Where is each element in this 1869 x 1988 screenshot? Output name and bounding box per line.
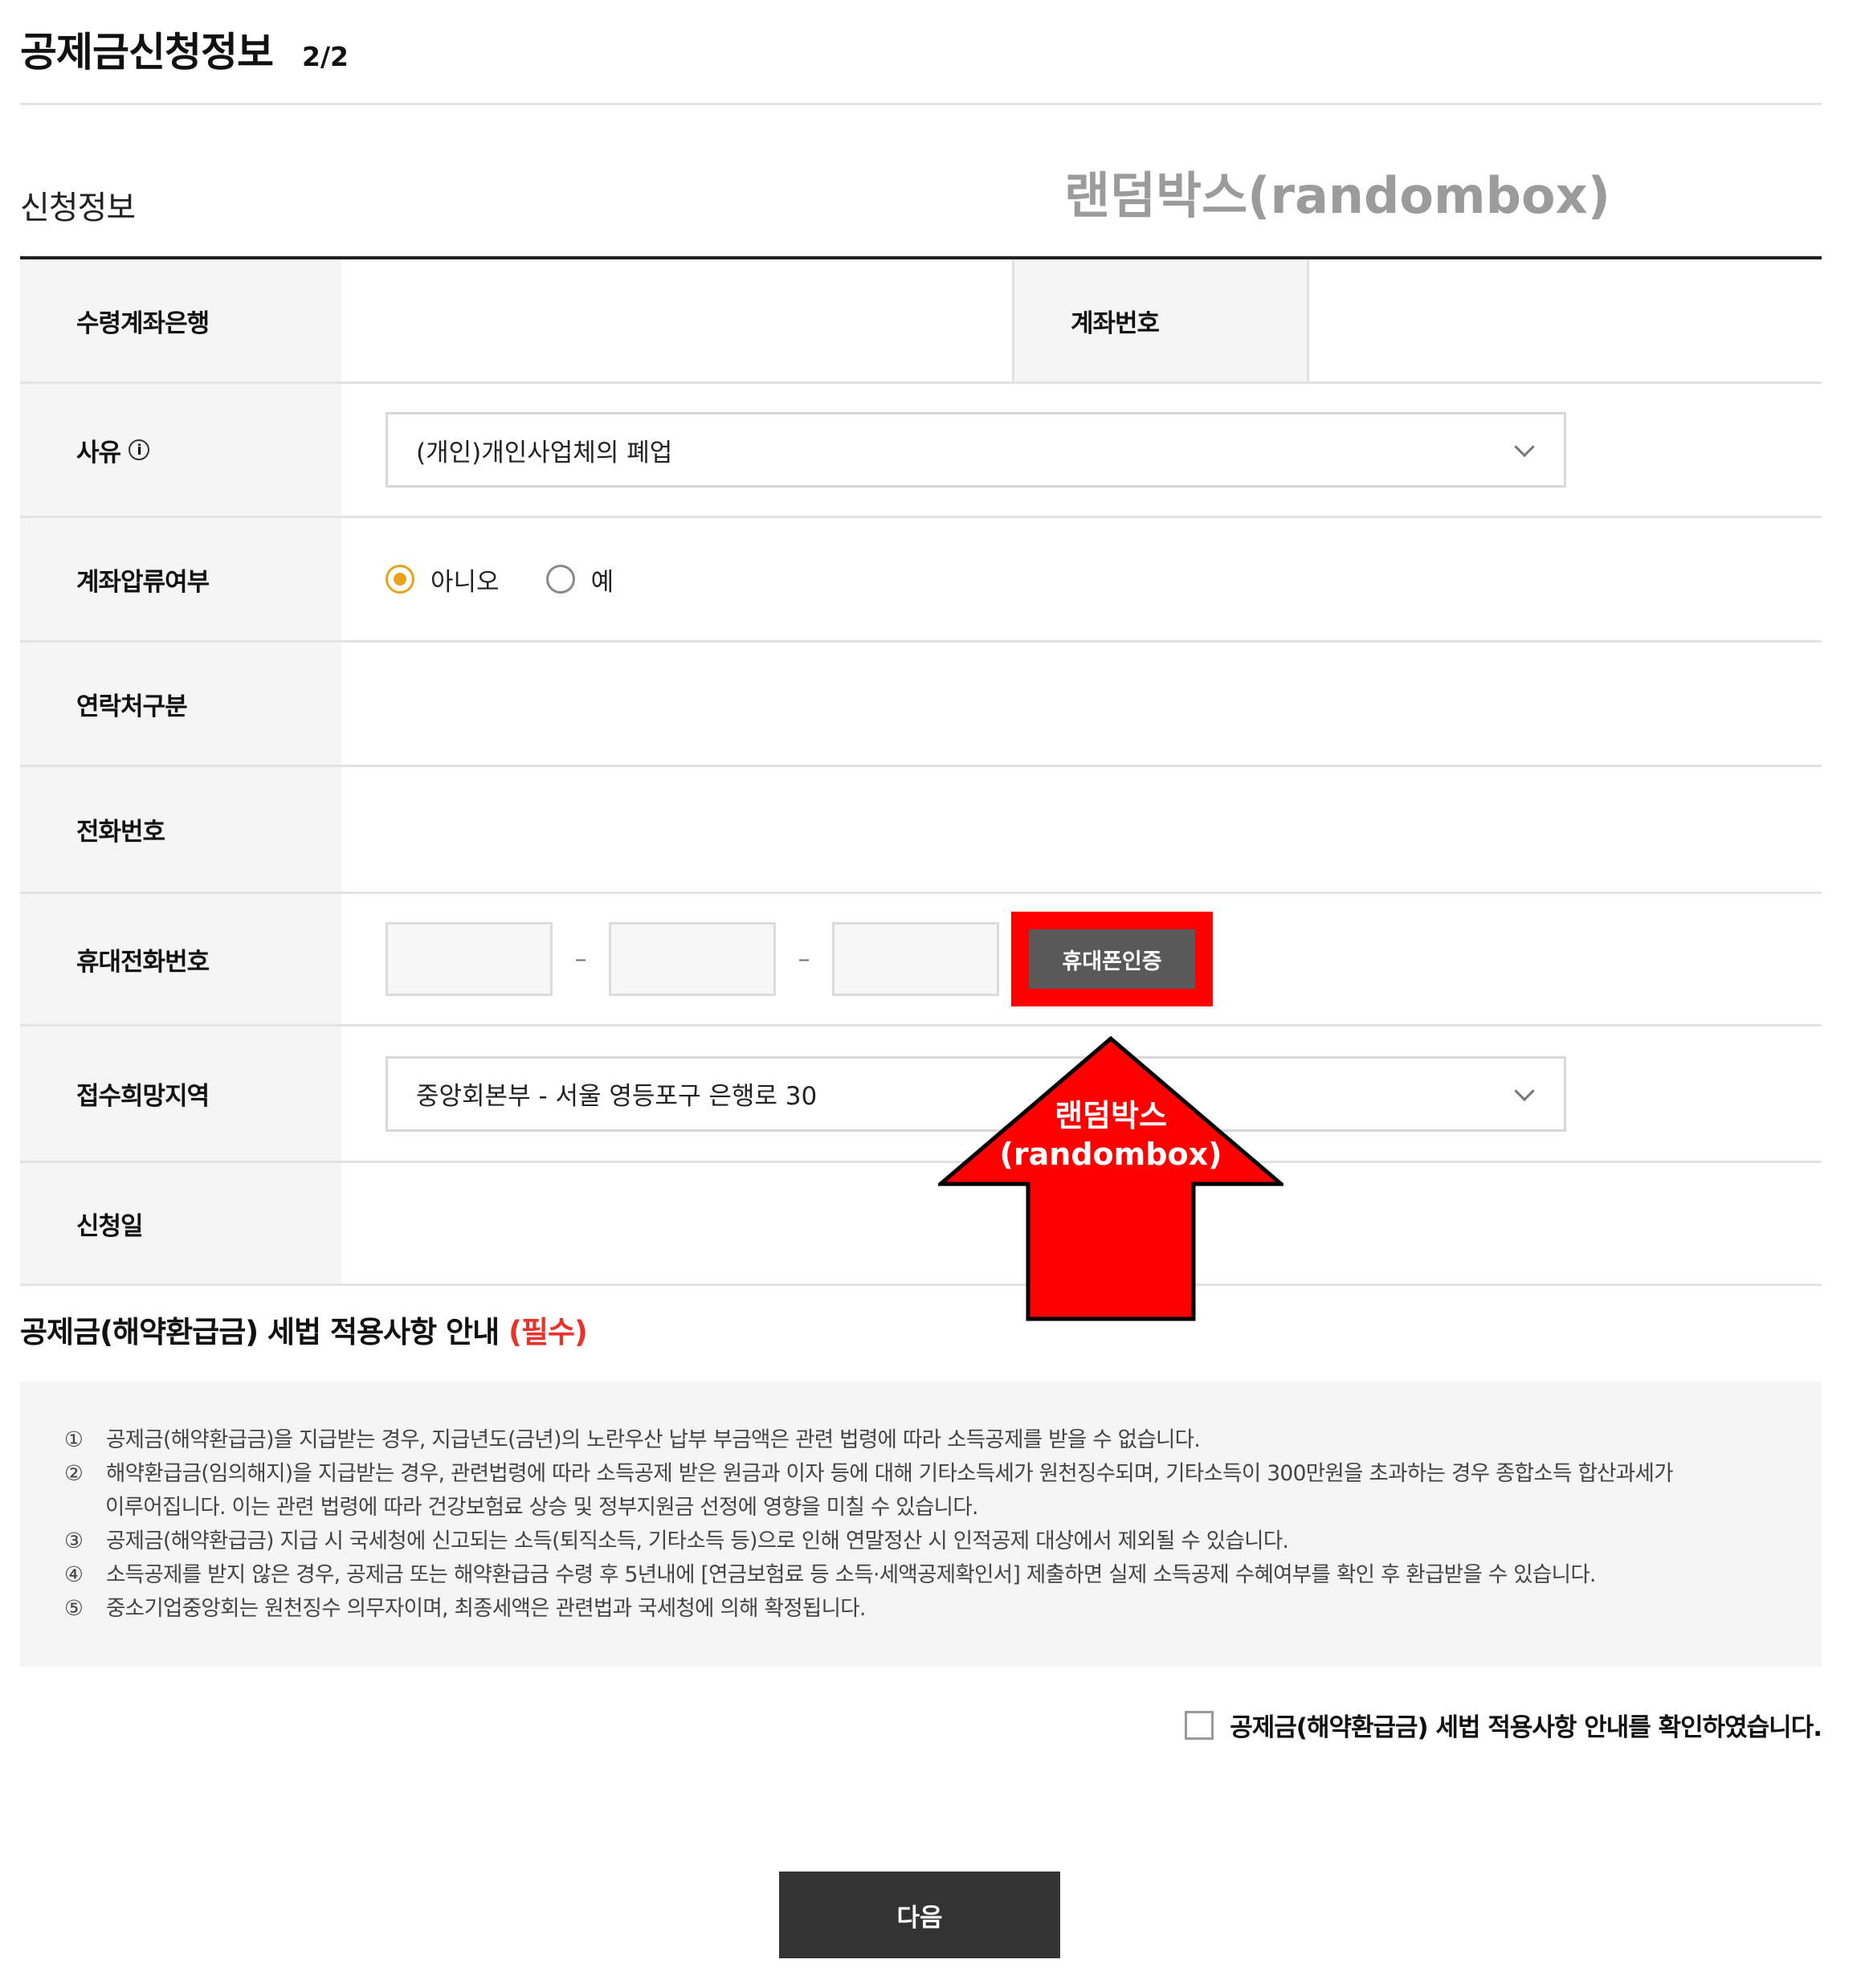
mobile-label: 휴대전화번호: [20, 894, 341, 1024]
notice-item: ② 해약환급금(임의해지)을 지급받는 경우, 관련법령에 따라 소득공제 받은…: [64, 1457, 1822, 1491]
notice-item-text: 소득공제를 받지 않은 경우, 공제금 또는 해약환급금 수령 후 5년내에 […: [106, 1562, 1596, 1587]
row-bank-account: 수령계좌은행 계좌번호: [20, 259, 1822, 384]
seizure-radio-no[interactable]: 아니오: [386, 561, 500, 598]
notice-item-number: ④: [64, 1562, 84, 1587]
contact-type-cell: [341, 643, 1822, 765]
application-form: 수령계좌은행 계좌번호 사유 i (개인)개인사업체의 폐업 계좌압류여부 아니…: [20, 259, 1822, 1286]
reason-label: 사유: [76, 438, 121, 467]
confirm-checkbox[interactable]: [1185, 1710, 1214, 1740]
header-divider: [20, 103, 1822, 105]
notice-item-text: 공제금(해약환급금) 지급 시 국세청에 신고되는 소득(퇴직소득, 기타소득 …: [106, 1529, 1289, 1553]
notice-box: ① 공제금(해약환급금)을 지급받는 경우, 지급년도(금년)의 노란우산 납부…: [20, 1382, 1822, 1667]
mobile-part-3-input[interactable]: [832, 922, 999, 996]
reason-cell: (개인)개인사업체의 폐업: [341, 384, 1822, 516]
apply-date-label: 신청일: [20, 1163, 341, 1284]
confirm-label[interactable]: 공제금(해약환급금) 세법 적용사항 안내를 확인하였습니다.: [1230, 1707, 1822, 1743]
notice-item-text: 공제금(해약환급금)을 지급받는 경우, 지급년도(금년)의 노란우산 납부 부…: [106, 1427, 1201, 1452]
contact-type-label: 연락처구분: [20, 643, 341, 765]
notice-title: 공제금(해약환급금) 세법 적용사항 안내 (필수): [20, 1308, 588, 1351]
row-phone: 전화번호: [20, 767, 1822, 894]
page: 공제금신청정보 2/2 신청정보 랜덤박스(randombox) 수령계좌은행 …: [0, 0, 1869, 1988]
mobile-part-1-input[interactable]: [386, 922, 553, 996]
step-indicator: 2/2: [302, 41, 349, 72]
section-label: 신청정보: [20, 190, 136, 227]
red-arrow-overlay: [938, 1036, 1283, 1321]
notice-item-text: 중소기업중앙회는 원천징수 의무자이며, 최종세액은 관련법과 국세청에 의해 …: [106, 1596, 866, 1621]
chevron-down-icon: [1514, 436, 1535, 458]
phone-cell: [341, 767, 1822, 892]
bank-value-cell: 계좌번호: [341, 259, 1822, 382]
row-mobile: 휴대전화번호 – – 휴대폰인증: [20, 894, 1822, 1027]
next-button[interactable]: 다음: [779, 1872, 1060, 1958]
notice-item-number: ③: [64, 1529, 84, 1553]
notice-item: ③ 공제금(해약환급금) 지급 시 국세청에 신고되는 소득(퇴직소득, 기타소…: [64, 1525, 1822, 1558]
seizure-label: 계좌압류여부: [20, 518, 341, 640]
notice-item: ⑤ 중소기업중앙회는 원천징수 의무자이며, 최종세액은 관련법과 국세청에 의…: [64, 1592, 1822, 1626]
page-title-text: 공제금신청정보: [20, 29, 274, 76]
page-title: 공제금신청정보 2/2: [20, 20, 349, 76]
region-label: 접수희망지역: [20, 1027, 341, 1161]
chevron-down-icon: [1514, 1080, 1535, 1101]
dash-separator: –: [574, 945, 587, 974]
arrow-label: 랜덤박스 (randombox): [938, 1096, 1283, 1174]
notice-item-text: 이루어집니다. 이는 관련 법령에 따라 건강보험료 상승 및 정부지원금 선정…: [105, 1495, 978, 1520]
row-apply-date: 신청일: [20, 1163, 1822, 1286]
notice-item-number: ②: [64, 1461, 84, 1486]
arrow-label-line2: (randombox): [999, 1137, 1222, 1172]
seizure-option-yes-label: 예: [590, 567, 614, 597]
region-selected-value: 중앙회본부 - 서울 영등포구 은행로 30: [416, 1082, 818, 1111]
seizure-option-no-label: 아니오: [431, 567, 500, 597]
dash-separator: –: [798, 945, 810, 974]
row-contact-type: 연락처구분: [20, 643, 1822, 767]
bank-label: 수령계좌은행: [20, 259, 341, 382]
notice-item-number: ⑤: [64, 1596, 84, 1621]
notice-item-number: ①: [64, 1427, 84, 1452]
info-circle-icon[interactable]: i: [129, 439, 150, 460]
seizure-cell: 아니오 예: [341, 518, 1822, 640]
radio-unchecked-icon: [545, 565, 575, 594]
notice-title-text: 공제금(해약환급금) 세법 적용사항 안내: [20, 1315, 500, 1349]
confirm-row: 공제금(해약환급금) 세법 적용사항 안내를 확인하였습니다.: [1185, 1707, 1822, 1743]
account-label: 계좌번호: [1012, 259, 1309, 382]
reason-selected-value: (개인)개인사업체의 폐업: [416, 438, 673, 467]
mobile-part-2-input[interactable]: [609, 922, 776, 996]
required-badge: (필수): [508, 1315, 588, 1349]
phone-label: 전화번호: [20, 767, 341, 892]
reason-label-cell: 사유 i: [20, 384, 341, 516]
phone-verify-button[interactable]: 휴대폰인증: [1029, 929, 1195, 989]
watermark-text: 랜덤박스(randombox): [1064, 166, 1610, 225]
row-seizure: 계좌압류여부 아니오 예: [20, 518, 1822, 643]
notice-item-continuation: 이루어집니다. 이는 관련 법령에 따라 건강보험료 상승 및 정부지원금 선정…: [63, 1491, 1822, 1525]
notice-item: ① 공제금(해약환급금)을 지급받는 경우, 지급년도(금년)의 노란우산 납부…: [64, 1423, 1822, 1457]
mobile-cell: – – 휴대폰인증: [341, 894, 1822, 1024]
arrow-label-line1: 랜덤박스: [1055, 1098, 1167, 1133]
seizure-radio-yes[interactable]: 예: [545, 561, 614, 598]
row-region: 접수희망지역 중앙회본부 - 서울 영등포구 은행로 30: [20, 1027, 1822, 1163]
reason-select[interactable]: (개인)개인사업체의 폐업: [386, 412, 1566, 488]
radio-checked-icon: [386, 565, 414, 594]
notice-item-text: 해약환급금(임의해지)을 지급받는 경우, 관련법령에 따라 소득공제 받은 원…: [106, 1461, 1674, 1486]
row-reason: 사유 i (개인)개인사업체의 폐업: [20, 384, 1822, 518]
verify-highlight: 휴대폰인증: [1011, 912, 1213, 1006]
notice-item: ④ 소득공제를 받지 않은 경우, 공제금 또는 해약환급금 수령 후 5년내에…: [64, 1558, 1822, 1592]
